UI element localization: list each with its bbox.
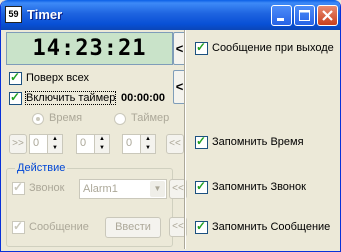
chevron-down-icon[interactable]: ▼ [150,181,165,197]
hours-spinner[interactable]: 0 ▲ ▼ [29,134,63,154]
timer-mode-radio[interactable] [114,113,126,125]
sound-checkbox[interactable] [12,180,25,195]
enable-timer-checkbox[interactable] [9,90,22,105]
minimize-icon [277,18,284,21]
hours-spin-arrows[interactable]: ▲ ▼ [47,135,62,153]
spin-up-icon: ▲ [52,136,58,142]
message-label: Сообщение [29,221,89,233]
seconds-spin-arrows[interactable]: ▲ ▼ [140,135,155,153]
remember-time-label: Запомнить Время [212,136,304,148]
time-mode-radio[interactable] [32,113,44,125]
maximize-icon [299,10,310,21]
action-group: Действие Звонок Alarm1 ▼ << Сообщение Вв… [6,162,187,247]
action-group-title: Действие [15,162,68,174]
panel-separator [184,30,186,249]
hours-value: 0 [33,137,40,149]
sound-select[interactable]: Alarm1 ▼ [79,179,167,199]
spin-down-icon: ▼ [52,145,58,151]
seconds-spinner[interactable]: 0 ▲ ▼ [122,134,156,154]
always-on-top-label: Поверх всех [26,72,90,84]
enter-message-button[interactable]: Ввести [105,217,161,238]
message-checkbox[interactable] [12,219,25,234]
sound-select-value: Alarm1 [83,183,118,195]
timer-value: 00:00:00 [121,92,166,104]
timer-window: 59 Timer 14:23:21 < Поверх всех Включить… [0,0,341,252]
spin-down-icon: ▼ [99,145,105,151]
shift-left-button[interactable]: << [166,134,184,154]
title-bar[interactable]: 59 Timer [1,0,340,30]
time-mode-label: Время [49,112,83,124]
clock-display: 14:23:21 [6,32,173,65]
enable-timer-label: Включить таймер [24,91,117,105]
seconds-value: 0 [126,137,133,149]
minutes-spinner[interactable]: 0 ▲ ▼ [76,134,110,154]
window-title: Timer [27,7,63,22]
message-on-exit-label: Сообщение при выходе [212,42,334,54]
app-icon: 59 [5,6,22,23]
window-content: 14:23:21 < Поверх всех Включить таймер 0… [4,30,338,249]
close-icon [322,10,333,21]
sound-label: Звонок [29,182,65,194]
minutes-spin-arrows[interactable]: ▲ ▼ [94,135,109,153]
minutes-value: 0 [80,137,87,149]
remember-message-label: Запомнить Сообщение [212,221,331,233]
maximize-button[interactable] [294,5,315,26]
remember-sound-checkbox[interactable] [195,179,208,194]
remember-message-checkbox[interactable] [195,219,208,234]
remember-sound-label: Запомнить Звонок [212,181,306,193]
minimize-button[interactable] [271,5,292,26]
always-on-top-checkbox[interactable] [9,70,22,85]
close-button[interactable] [317,5,338,26]
spin-up-icon: ▲ [145,136,151,142]
shift-right-button[interactable]: >> [9,134,27,154]
timer-mode-label: Таймер [131,112,170,124]
spin-down-icon: ▼ [145,145,151,151]
remember-time-checkbox[interactable] [195,134,208,149]
message-on-exit-checkbox[interactable] [195,40,208,55]
spin-up-icon: ▲ [99,136,105,142]
